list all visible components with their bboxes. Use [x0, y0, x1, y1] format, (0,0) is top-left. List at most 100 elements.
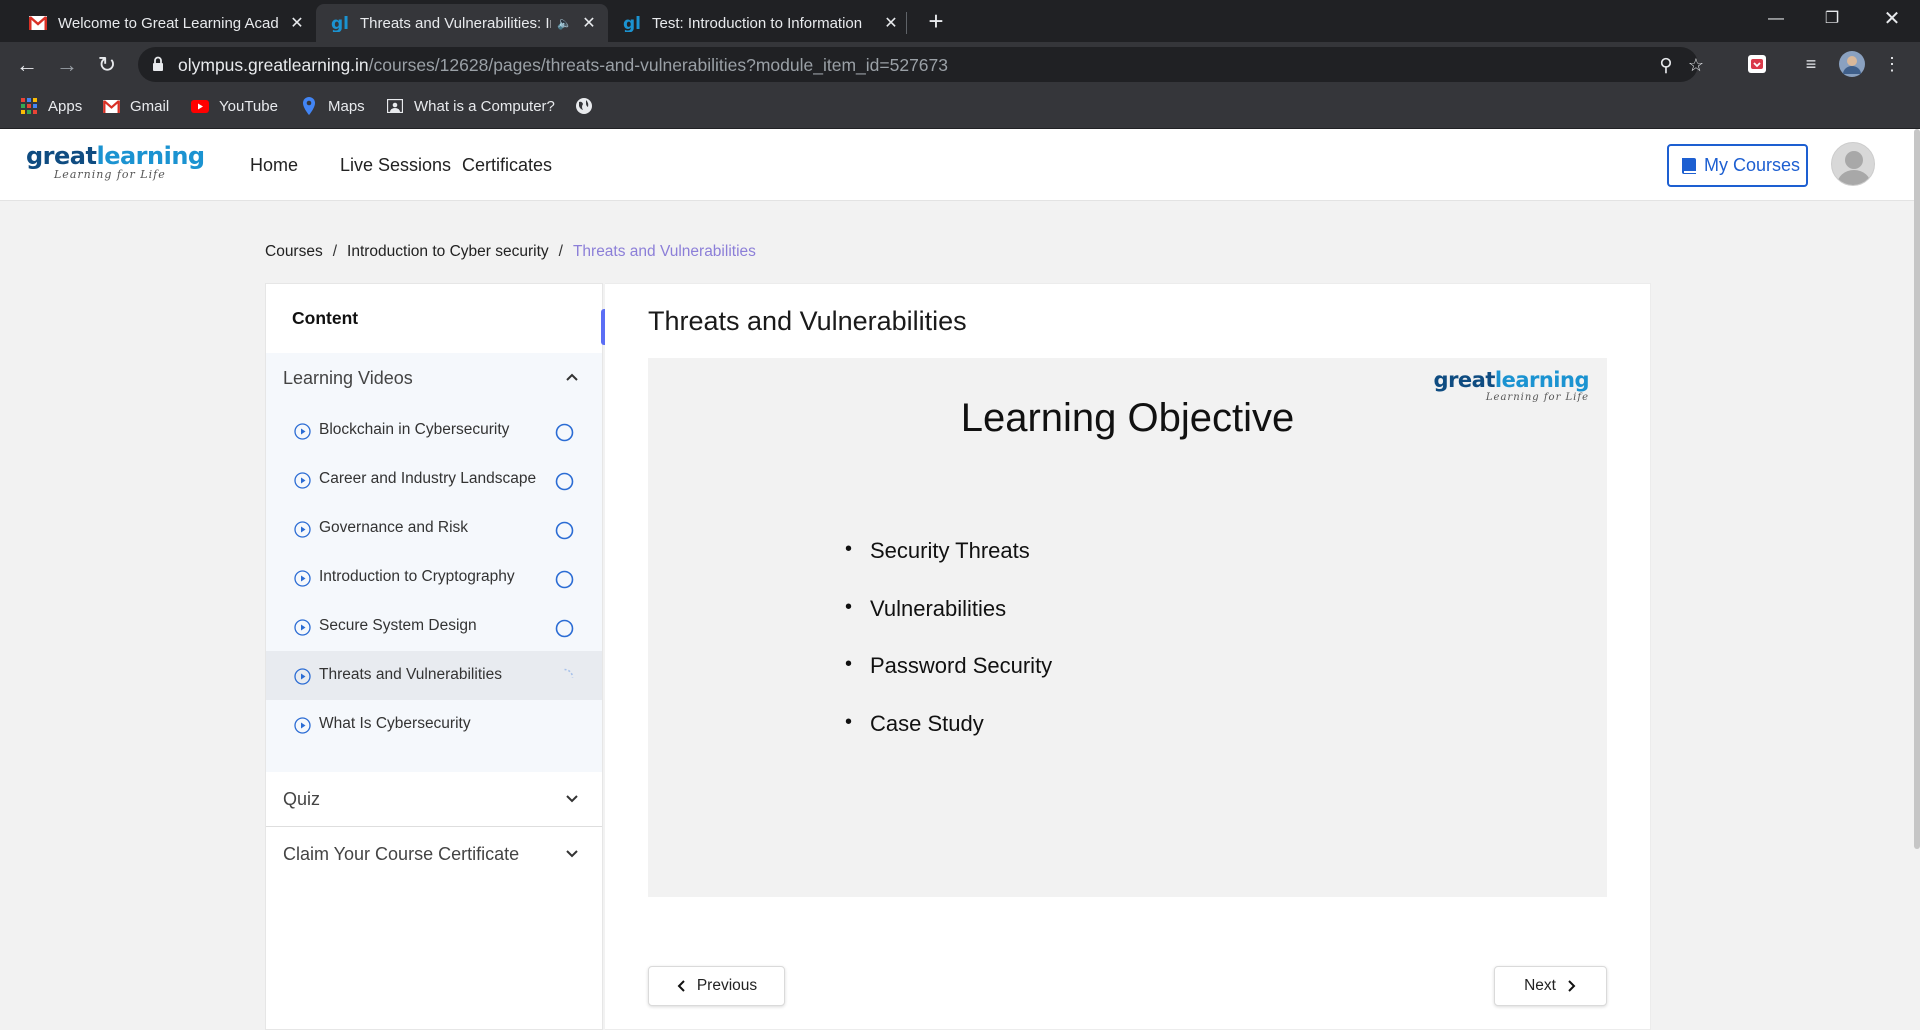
site-header: greatlearning Learning for Life Home Liv…	[0, 129, 1920, 201]
tab-title: Welcome to Great Learning Acad	[58, 14, 279, 32]
greatlearning-icon: gl	[330, 13, 350, 33]
tab-welcome[interactable]: Welcome to Great Learning Acad ✕	[14, 4, 316, 42]
menu-kebab-icon[interactable]: ⋮	[1878, 50, 1906, 78]
sidebar-item-cryptography[interactable]: Introduction to Cryptography	[266, 553, 602, 602]
tab-title: Test: Introduction to Information	[652, 14, 863, 32]
gmail-icon	[28, 13, 48, 33]
status-circle-icon	[555, 423, 574, 442]
page-scrollbar[interactable]	[1914, 129, 1920, 849]
item-label: Secure System Design	[319, 617, 477, 634]
slide-bullet: • Case Study	[845, 710, 984, 736]
gmail-icon	[102, 97, 120, 115]
play-circle-icon	[294, 619, 311, 636]
video-slide[interactable]: greatlearning Learning for Life Learning…	[648, 358, 1607, 897]
greatlearning-icon: gl	[622, 13, 642, 33]
nav-live-sessions[interactable]: Live Sessions	[340, 155, 451, 176]
book-icon	[1682, 157, 1696, 174]
play-circle-icon	[294, 570, 311, 587]
page-title: Threats and Vulnerabilities	[648, 306, 967, 336]
breadcrumb-courses[interactable]: Courses	[265, 243, 323, 260]
in-progress-icon	[564, 668, 574, 678]
minimize-icon[interactable]: —	[1748, 0, 1804, 40]
new-tab-button[interactable]: +	[922, 6, 950, 36]
my-courses-label: My Courses	[1704, 155, 1801, 175]
bookmark-label: YouTube	[219, 97, 278, 115]
play-circle-icon	[294, 668, 311, 685]
section-header-learning-videos[interactable]: Learning Videos	[266, 353, 602, 405]
pocket-extension-icon[interactable]	[1743, 50, 1771, 78]
sidebar-item-threats[interactable]: Threats and Vulnerabilities	[266, 651, 602, 700]
close-icon[interactable]: ✕	[882, 13, 900, 33]
bookmark-label: Gmail	[130, 97, 170, 115]
bookmark-star-icon[interactable]: ☆	[1684, 53, 1708, 77]
back-button[interactable]: ←	[10, 48, 44, 82]
bookmark-apps[interactable]: Apps	[20, 97, 82, 115]
chevron-up-icon	[566, 373, 578, 381]
status-circle-icon	[555, 619, 574, 638]
content-sidebar: Content Learning Videos Blockchain in Cy…	[265, 283, 603, 1030]
slide-bullets: • Security Threats • Vulnerabilities • Pass…	[845, 538, 1052, 768]
globe-icon	[575, 97, 593, 115]
sidebar-item-what-is-cybersecurity[interactable]: What Is Cybersecurity	[266, 700, 602, 749]
section-title: Claim Your Course Certificate	[283, 844, 520, 864]
sidebar-item-career[interactable]: Career and Industry Landscape	[266, 455, 602, 504]
status-circle-icon	[555, 570, 574, 589]
reload-button[interactable]: ↻	[90, 48, 124, 82]
item-label: Introduction to Cryptography	[319, 568, 515, 585]
chevron-left-icon	[677, 980, 685, 992]
item-label: What Is Cybersecurity	[319, 715, 471, 732]
breadcrumb-course[interactable]: Introduction to Cyber security	[347, 243, 549, 260]
user-avatar[interactable]	[1831, 142, 1875, 186]
status-circle-icon	[555, 472, 574, 491]
bookmark-what-is-a-computer[interactable]: What is a Computer?	[386, 97, 555, 115]
greatlearning-logo[interactable]: greatlearning Learning for Life	[26, 144, 205, 181]
browser-tab-bar: Welcome to Great Learning Acad ✕ gl Thre…	[0, 0, 1920, 42]
my-courses-button[interactable]: My Courses	[1667, 144, 1808, 187]
nav-home[interactable]: Home	[250, 155, 298, 176]
chevron-down-icon	[566, 795, 578, 803]
url-text: olympus.greatlearning.in/courses/12628/p…	[178, 55, 949, 75]
bookmark-label: Maps	[328, 97, 365, 115]
sidebar-title: Content	[292, 308, 359, 328]
bookmark-youtube[interactable]: YouTube	[191, 97, 278, 115]
play-circle-icon	[294, 472, 311, 489]
bookmarks-bar: Apps Gmail YouTube Maps What is a Comput…	[0, 87, 1920, 129]
profile-avatar-icon[interactable]	[1838, 50, 1866, 78]
section-header-quiz[interactable]: Quiz	[266, 772, 602, 826]
previous-button[interactable]: Previous	[648, 966, 785, 1006]
media-control-icon[interactable]: ≡	[1797, 50, 1825, 78]
window-close-icon[interactable]: ✕	[1864, 0, 1920, 40]
address-bar-row: ← → ↻ olympus.greatlearning.in/courses/1…	[0, 42, 1920, 87]
tab-test[interactable]: gl Test: Introduction to Information ✕	[608, 4, 910, 42]
section-learning-videos: Learning Videos Blockchain in Cybersecur…	[266, 353, 602, 772]
forward-button[interactable]: →	[50, 48, 84, 82]
bookmark-maps[interactable]: Maps	[300, 97, 365, 115]
bookmark-gmail[interactable]: Gmail	[102, 97, 169, 115]
speaker-icon[interactable]: 🔈	[557, 16, 572, 30]
section-title: Learning Videos	[283, 368, 413, 388]
close-icon[interactable]: ✕	[580, 13, 598, 33]
sidebar-item-governance[interactable]: Governance and Risk	[266, 504, 602, 553]
item-label: Career and Industry Landscape	[319, 470, 537, 487]
close-icon[interactable]: ✕	[288, 13, 306, 33]
item-label: Threats and Vulnerabilities	[319, 666, 502, 683]
bookmark-label: Apps	[48, 97, 83, 115]
tab-threats[interactable]: gl Threats and Vulnerabilities: Ir 🔈 ✕	[316, 4, 608, 42]
slide-bullet: • Password Security	[845, 653, 1053, 678]
previous-label: Previous	[696, 977, 758, 994]
sidebar-item-blockchain[interactable]: Blockchain in Cybersecurity	[266, 406, 602, 455]
bookmark-globe[interactable]	[575, 97, 603, 115]
sidebar-item-secure-design[interactable]: Secure System Design	[266, 602, 602, 651]
breadcrumb-current: Threats and Vulnerabilities	[572, 243, 756, 260]
next-button[interactable]: Next	[1494, 966, 1607, 1006]
apps-grid-icon	[20, 97, 38, 115]
nav-certificates[interactable]: Certificates	[462, 155, 552, 176]
play-circle-icon	[294, 423, 311, 440]
tab-title: Threats and Vulnerabilities: Ir	[360, 14, 552, 32]
breadcrumb: Courses / Introduction to Cyber security / T…	[265, 243, 756, 260]
section-header-certificate[interactable]: Claim Your Course Certificate	[266, 827, 602, 881]
url-input[interactable]: olympus.greatlearning.in/courses/12628/p…	[138, 47, 1704, 82]
status-circle-icon	[555, 521, 574, 540]
zoom-icon[interactable]: ⚲	[1654, 53, 1678, 77]
restore-icon[interactable]: ❐	[1804, 0, 1860, 40]
